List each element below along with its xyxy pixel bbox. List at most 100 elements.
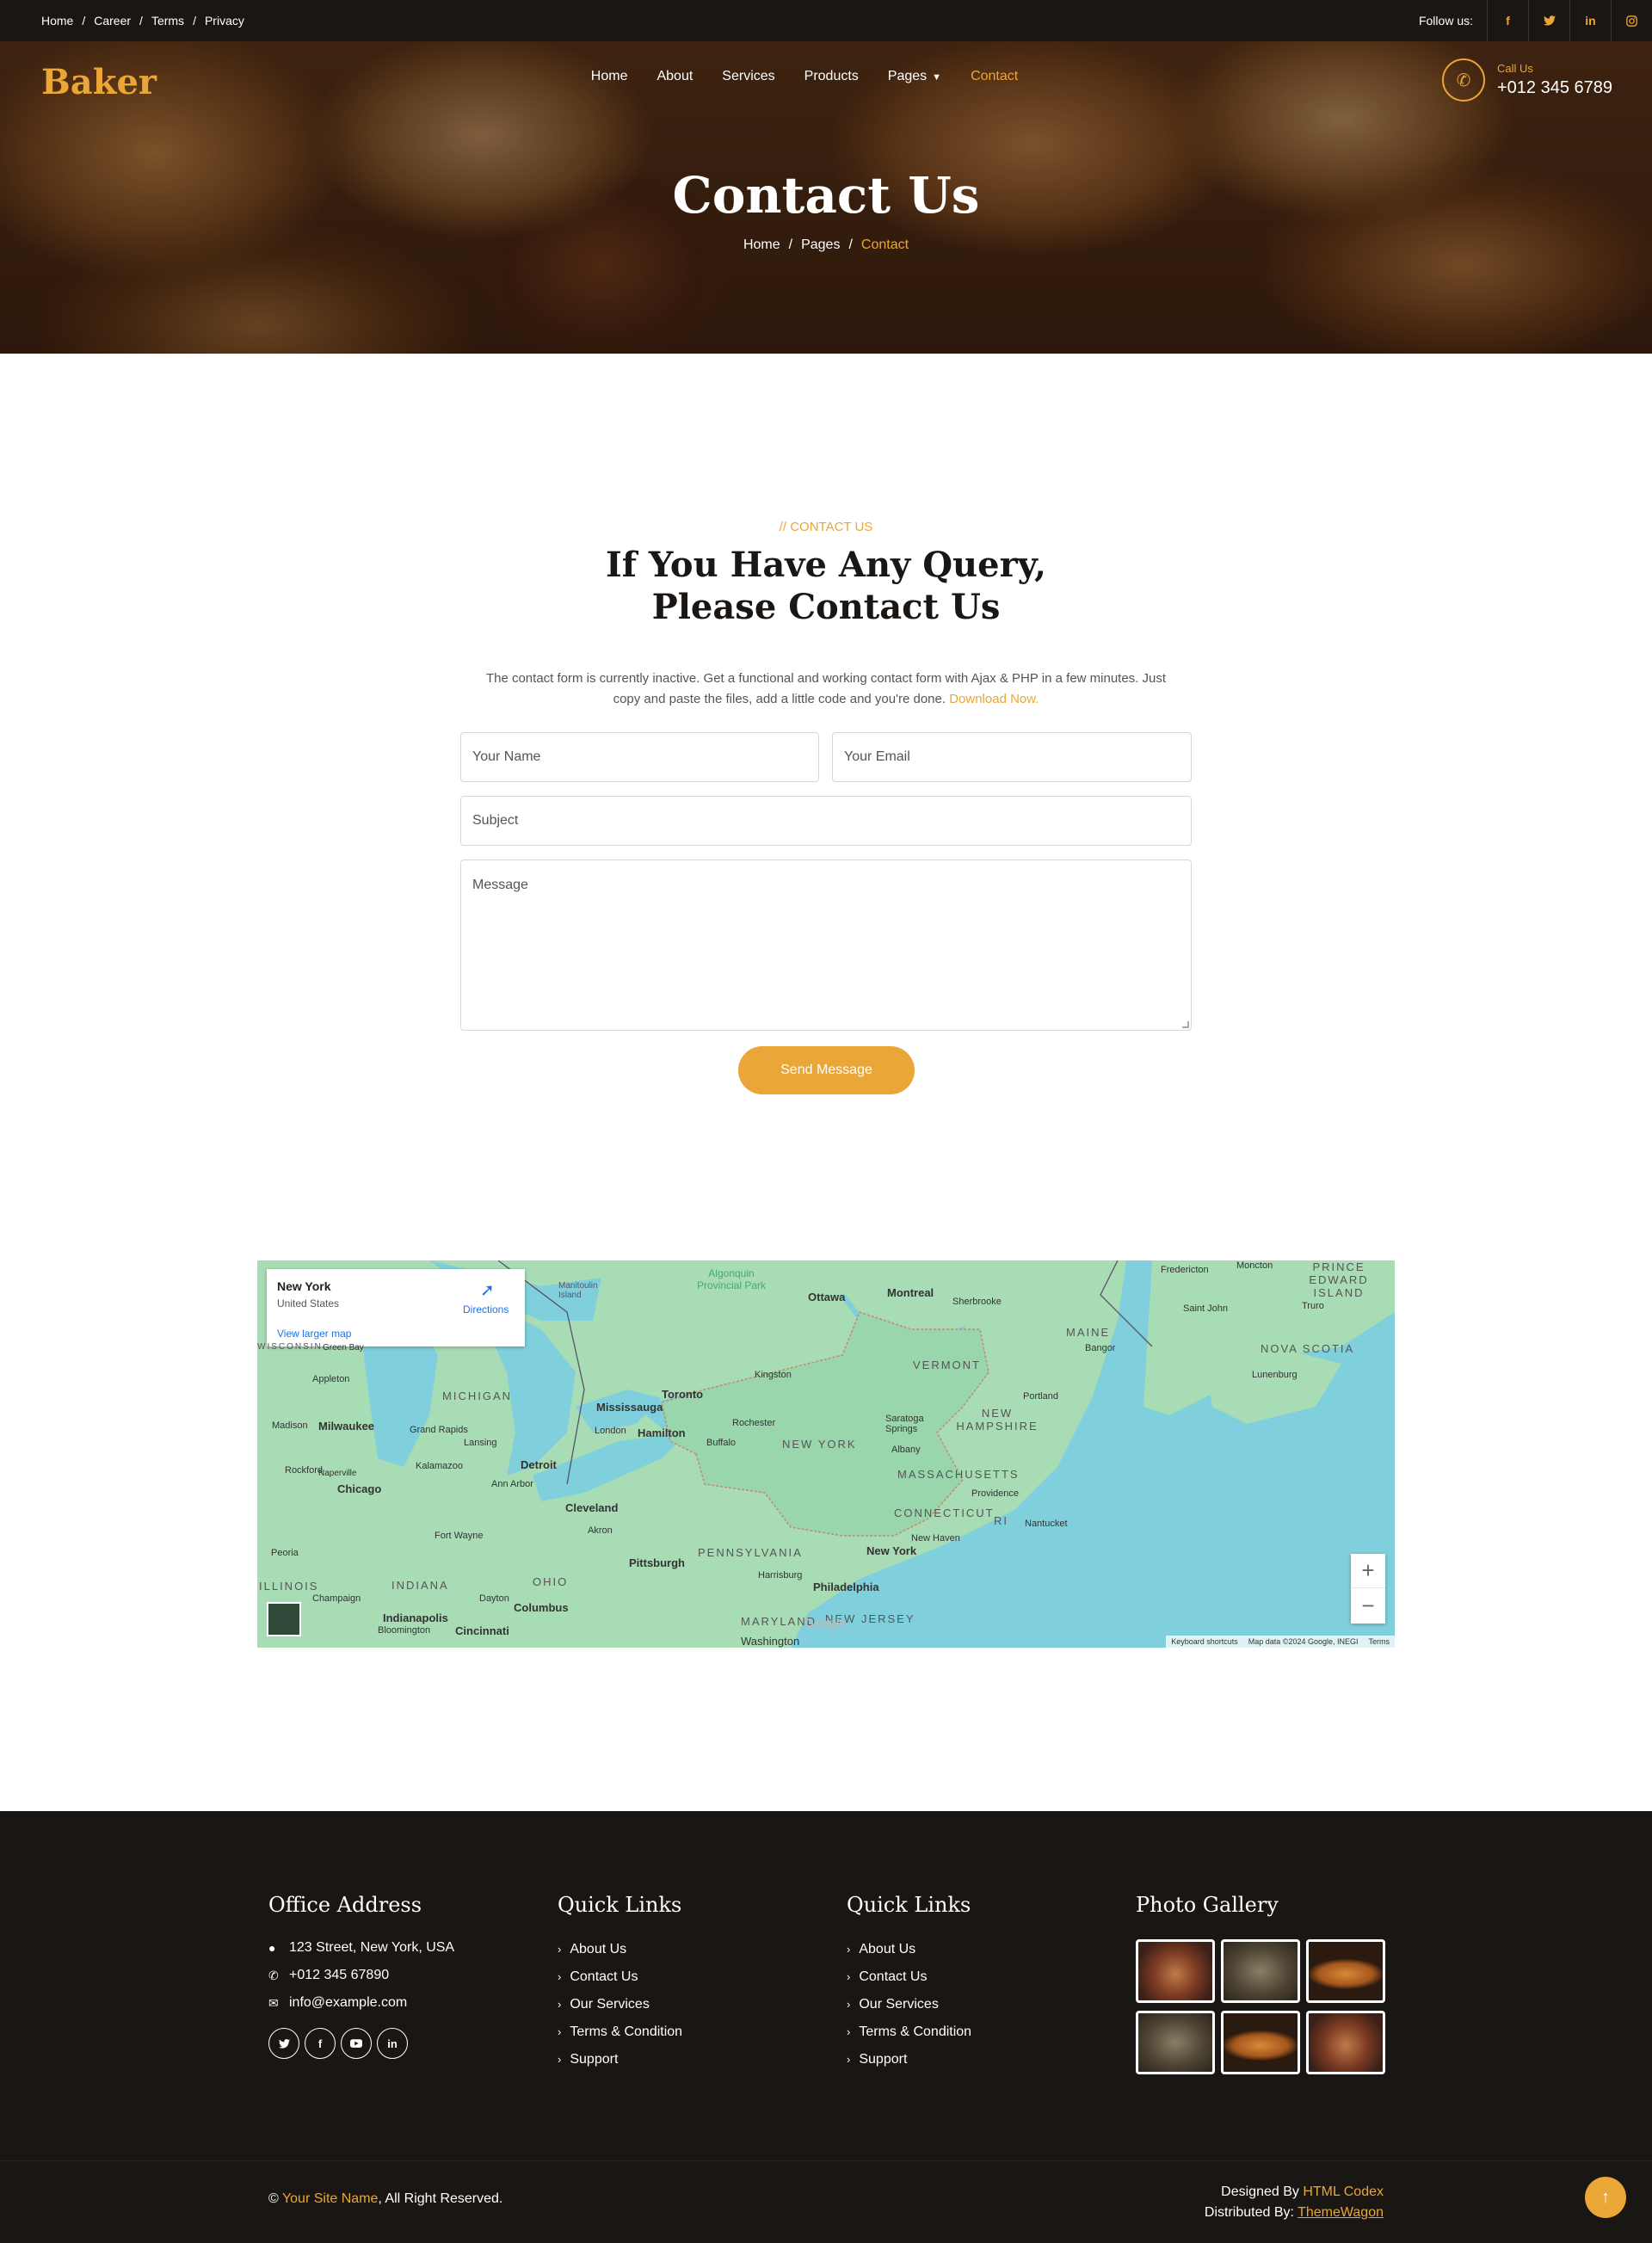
footer-gallery-column: Photo Gallery [1136, 1893, 1279, 1917]
twitter-icon[interactable] [268, 2028, 299, 2059]
nav-contact[interactable]: Contact [971, 69, 1018, 84]
map-label-indianapolis: Indianapolis [383, 1611, 448, 1624]
map-label-columbus: Columbus [514, 1601, 569, 1614]
breadcrumb-home[interactable]: Home [743, 237, 780, 252]
distributor-link[interactable]: ThemeWagon [1298, 2205, 1384, 2220]
gallery-thumbnail[interactable] [1136, 1939, 1215, 2003]
envelope-icon: ✉ [268, 1995, 279, 2010]
section-description: The contact form is currently inactive. … [460, 669, 1192, 710]
footer-link[interactable]: › Contact Us [558, 1969, 638, 1985]
breadcrumb-pages[interactable]: Pages [801, 237, 840, 252]
linkedin-icon[interactable]: in [1569, 0, 1611, 41]
description-line1: The contact form is currently inactive. … [485, 671, 1167, 686]
map-terms-link[interactable]: Terms [1369, 1637, 1390, 1646]
map-state-pennsylvania: PENNSYLVANIA [698, 1546, 803, 1559]
footer-address-text: 123 Street, New York, USA [289, 1940, 455, 1955]
gallery-thumbnail[interactable] [1306, 2011, 1385, 2074]
directions-link[interactable]: Directions [463, 1303, 509, 1316]
top-link-career[interactable]: Career [94, 14, 131, 28]
top-link-home[interactable]: Home [41, 14, 73, 28]
footer-link[interactable]: › About Us [558, 1942, 626, 1957]
map-label-philadelphia: Philadelphia [813, 1581, 879, 1593]
gallery-thumbnail[interactable] [1306, 1939, 1385, 2003]
designed-by-label: Designed By [1221, 2184, 1299, 2199]
satellite-toggle-button[interactable] [267, 1602, 301, 1636]
gallery-thumbnail[interactable] [1221, 1939, 1300, 2003]
phone-icon: ✆ [1442, 59, 1485, 102]
gallery-thumbnail[interactable] [1136, 2011, 1215, 2074]
map-state-illinois: ILLINOIS [259, 1580, 319, 1593]
map-state-indiana: INDIANA [391, 1579, 449, 1592]
footer: Office Address ● 123 Street, New York, US… [0, 1811, 1652, 2160]
nav-home[interactable]: Home [591, 69, 628, 84]
footer-link[interactable]: › About Us [847, 1942, 915, 1957]
facebook-icon[interactable]: f [305, 2028, 336, 2059]
map-state-ohio: OHIO [533, 1575, 569, 1588]
youtube-icon[interactable] [341, 2028, 372, 2059]
nav-pages-dropdown[interactable]: Pages ▼ [888, 69, 941, 84]
keyboard-shortcuts-link[interactable]: Keyboard shortcuts [1171, 1637, 1238, 1646]
separator: / [848, 237, 853, 252]
resize-handle-icon[interactable] [1182, 1021, 1189, 1028]
map-label-kingston: Kingston [755, 1370, 792, 1380]
top-bar: Home / Career / Terms / Privacy Follow us: … [0, 0, 1652, 41]
send-message-button[interactable]: Send Message [738, 1046, 915, 1094]
view-larger-map-link[interactable]: View larger map [277, 1328, 351, 1340]
site-name-link[interactable]: Your Site Name [282, 2191, 378, 2206]
map-label-washington: Washington [741, 1635, 800, 1648]
map-label-detroit: Detroit [521, 1458, 557, 1471]
facebook-icon[interactable]: f [1487, 0, 1528, 41]
map-label-sherbrooke: Sherbrooke [952, 1297, 1002, 1307]
page-header-hero: Baker Home About Services Products Pages… [0, 41, 1652, 354]
zoom-in-button[interactable]: + [1351, 1554, 1385, 1588]
top-link-terms[interactable]: Terms [151, 14, 184, 28]
footer-link[interactable]: › Support [558, 2052, 618, 2067]
footer-link[interactable]: › Terms & Condition [558, 2024, 682, 2040]
footer-link[interactable]: › Contact Us [847, 1969, 927, 1985]
footer-phone: ✆ +012 345 67890 [268, 1968, 389, 1983]
chevron-right-icon: › [847, 1998, 851, 2011]
map-label-montreal: Montreal [887, 1286, 934, 1299]
email-input[interactable]: Your Email [832, 732, 1192, 782]
footer-link[interactable]: › Our Services [847, 1997, 939, 2012]
directions-icon[interactable]: ➚ [480, 1279, 495, 1301]
google-map[interactable]: New York United States View larger map ➚… [257, 1260, 1395, 1648]
map-state-nova-scotia: NOVA SCOTIA [1261, 1342, 1355, 1355]
subject-input[interactable]: Subject [460, 796, 1192, 846]
designer-link[interactable]: HTML Codex [1303, 2184, 1384, 2199]
map-state-rhode-island: RI [994, 1514, 1008, 1527]
zoom-out-button[interactable]: − [1351, 1588, 1385, 1623]
chevron-right-icon: › [558, 1998, 562, 2011]
map-state-new-hampshire: NEW HAMPSHIRE [956, 1407, 1039, 1433]
gallery-thumbnail[interactable] [1221, 2011, 1300, 2074]
twitter-icon[interactable] [1528, 0, 1569, 41]
map-label-rockford: Rockford [285, 1465, 324, 1476]
download-now-link[interactable]: Download Now. [949, 692, 1039, 706]
footer-address: ● 123 Street, New York, USA [268, 1940, 454, 1956]
footer-email-text: info@example.com [289, 1995, 408, 2010]
section-title-line2: Please Contact Us [651, 587, 1001, 627]
footer-link-label: Terms & Condition [570, 2024, 683, 2039]
back-to-top-button[interactable]: ↑ [1585, 2177, 1626, 2218]
chevron-right-icon: › [847, 1943, 851, 1956]
instagram-icon[interactable] [1611, 0, 1652, 41]
footer-quick-links-title: Quick Links [847, 1893, 971, 1917]
top-link-privacy[interactable]: Privacy [205, 14, 244, 28]
linkedin-icon[interactable]: in [377, 2028, 408, 2059]
map-data-text: Map data ©2024 Google, INEGI [1248, 1637, 1359, 1646]
map-label-bangor: Bangor [1085, 1343, 1116, 1353]
name-input[interactable]: Your Name [460, 732, 819, 782]
map-label-naperville: Naperville [318, 1469, 357, 1478]
message-textarea[interactable]: Message [460, 860, 1192, 1031]
chevron-down-icon: ▼ [932, 72, 942, 83]
footer-link[interactable]: › Our Services [558, 1997, 650, 2012]
map-label-albany: Albany [891, 1445, 921, 1455]
footer-link[interactable]: › Support [847, 2052, 907, 2067]
map-label-providence: Providence [971, 1488, 1020, 1499]
nav-services[interactable]: Services [722, 69, 774, 84]
footer-link[interactable]: › Terms & Condition [847, 2024, 971, 2040]
footer-link-label: About Us [570, 1942, 627, 1956]
arrow-up-icon: ↑ [1601, 2187, 1610, 2207]
nav-about[interactable]: About [656, 69, 693, 84]
nav-products[interactable]: Products [804, 69, 859, 84]
